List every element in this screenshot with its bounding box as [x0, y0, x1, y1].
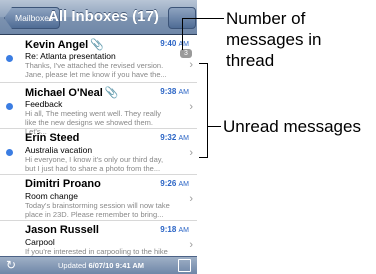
list-item[interactable]: Michael O'Neal 📎 9:38 AM Feedback Hi all,…	[0, 83, 197, 136]
message-subject: Re: Atlanta presentation	[25, 51, 116, 61]
message-preview: Thanks, I've attached the revised versio…	[25, 61, 167, 79]
chevron-right-icon: ›	[189, 101, 193, 113]
chevron-right-icon: ›	[189, 147, 193, 159]
chevron-right-icon: ›	[189, 193, 193, 205]
unread-bracket	[199, 157, 208, 158]
thread-callout-leader	[182, 18, 224, 19]
message-time: 9:32 AM	[160, 133, 189, 142]
unread-bracket	[207, 126, 221, 127]
message-list: Kevin Angel 📎 9:40 AM Re: Atlanta present…	[0, 35, 197, 267]
message-subject: Room change	[25, 191, 78, 201]
message-time: 9:40 AM	[160, 39, 189, 48]
unread-dot-icon	[6, 55, 13, 62]
sender-name: Kevin Angel 📎	[25, 39, 104, 51]
message-time: 9:18 AM	[160, 225, 189, 234]
message-preview: Today's brainstorming session will now t…	[25, 201, 170, 219]
unread-bracket	[199, 63, 207, 64]
list-item[interactable]: Erin Steed 9:32 AM Australia vacation Hi…	[0, 129, 197, 175]
thread-count-callout: Number of messages in thread	[226, 9, 322, 70]
unread-bracket	[207, 63, 208, 157]
list-item[interactable]: Dimitri Proano 9:26 AM Room change Today…	[0, 175, 197, 221]
thread-callout-leader	[182, 18, 183, 50]
message-time: 9:26 AM	[160, 179, 189, 188]
unread-dot-icon	[6, 103, 13, 110]
sender-name: Dimitri Proano	[25, 178, 101, 190]
sender-name: Michael O'Neal 📎	[25, 87, 119, 99]
refresh-icon[interactable]: ↻	[6, 258, 16, 272]
paperclip-icon: 📎	[90, 39, 104, 51]
page-title: All Inboxes (17)	[48, 8, 159, 25]
chevron-right-icon: ›	[189, 239, 193, 251]
sender-name: Jason Russell	[25, 224, 99, 236]
thread-count-badge: 3	[180, 49, 192, 58]
message-subject: Australia vacation	[25, 145, 93, 155]
sender-name: Erin Steed	[25, 132, 80, 144]
paperclip-icon: 📎	[104, 87, 119, 99]
message-subject: Carpool	[25, 237, 55, 247]
unread-callout: Unread messages	[223, 117, 361, 136]
updated-status: Updated 6/07/10 9:41 AM	[58, 261, 145, 270]
list-item[interactable]: Kevin Angel 📎 9:40 AM Re: Atlanta present…	[0, 35, 197, 83]
navigation-bar: Mailboxes All Inboxes (17)	[0, 0, 197, 35]
bottom-toolbar: ↻ Updated 6/07/10 9:41 AM	[0, 256, 197, 274]
compose-icon[interactable]	[178, 259, 191, 272]
message-preview: Hi everyone, I know it's only our third …	[25, 155, 164, 173]
mail-screen: Mailboxes All Inboxes (17) Kevin Angel 📎 …	[0, 0, 197, 274]
message-subject: Feedback	[25, 99, 63, 109]
message-time: 9:38 AM	[160, 87, 189, 96]
chevron-right-icon: ›	[189, 59, 193, 71]
unread-dot-icon	[6, 149, 13, 156]
